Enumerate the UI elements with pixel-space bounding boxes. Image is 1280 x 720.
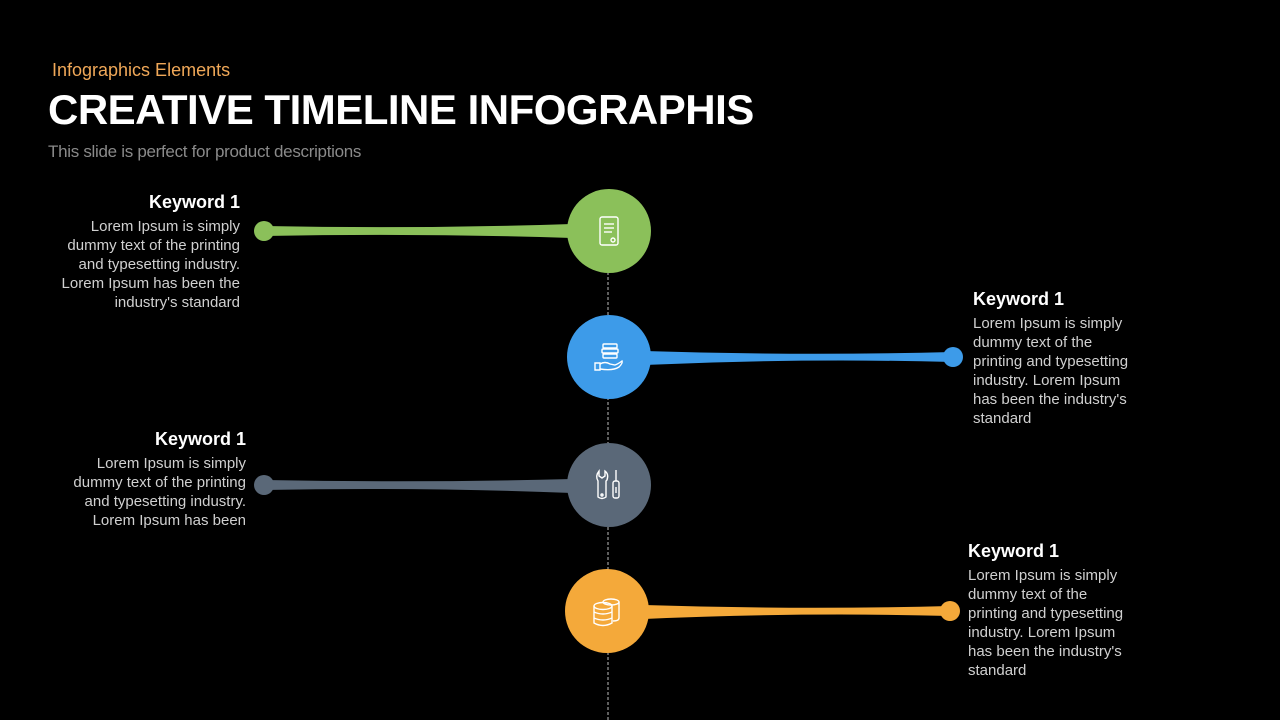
tools-icon xyxy=(596,469,620,500)
keyword-description: Lorem Ipsum is simply dummy text of the … xyxy=(973,315,1129,427)
keyword-description: Lorem Ipsum is simply dummy text of the … xyxy=(73,455,246,529)
keyword-description: Lorem Ipsum is simply dummy text of the … xyxy=(968,567,1124,679)
keyword-heading: Keyword 1 xyxy=(973,289,1065,309)
connector-4 xyxy=(644,601,960,621)
keyword-heading: Keyword 1 xyxy=(968,541,1060,561)
connector-2 xyxy=(644,347,963,367)
connector-1 xyxy=(254,221,572,241)
timeline-item-3: Keyword 1 Lorem Ipsum is simply dummy te… xyxy=(56,428,246,530)
timeline-item-1: Keyword 1 Lorem Ipsum is simply dummy te… xyxy=(50,191,240,312)
timeline-node-4 xyxy=(565,569,649,653)
timeline-item-4: Keyword 1 Lorem Ipsum is simply dummy te… xyxy=(968,540,1138,680)
keyword-description: Lorem Ipsum is simply dummy text of the … xyxy=(61,218,240,311)
timeline-item-2: Keyword 1 Lorem Ipsum is simply dummy te… xyxy=(973,288,1143,428)
timeline-node-1 xyxy=(567,189,651,273)
hand-stack-icon xyxy=(594,343,623,371)
timeline-node-3 xyxy=(567,443,651,527)
keyword-heading: Keyword 1 xyxy=(148,192,240,212)
keyword-heading: Keyword 1 xyxy=(154,429,246,449)
database-icon xyxy=(593,598,620,627)
connector-3 xyxy=(254,475,572,495)
document-icon xyxy=(599,216,619,246)
timeline-node-2 xyxy=(567,315,651,399)
